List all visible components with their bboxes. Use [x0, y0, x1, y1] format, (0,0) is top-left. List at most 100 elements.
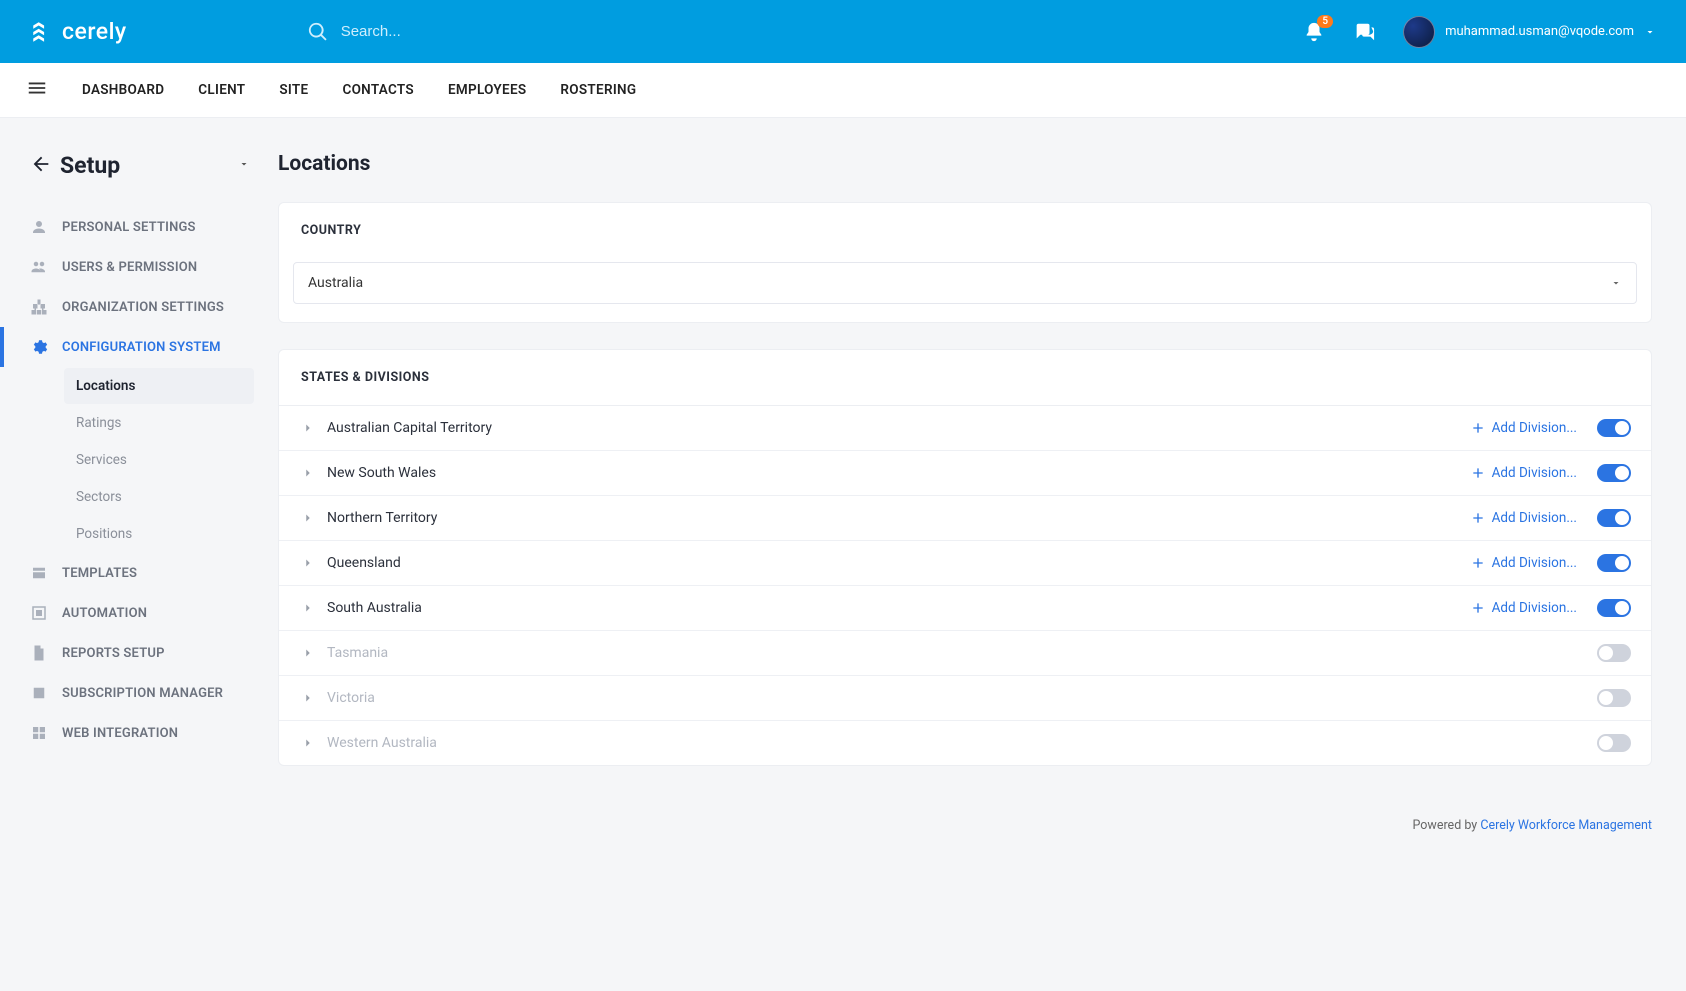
square-icon: [30, 684, 48, 702]
plus-icon: [1470, 555, 1486, 571]
menu-icon: [26, 77, 48, 99]
expand-toggle[interactable]: [299, 419, 317, 437]
back-button[interactable]: [30, 153, 52, 179]
sidebar-item-personal-settings[interactable]: PERSONAL SETTINGS: [0, 207, 270, 247]
search-input[interactable]: [341, 23, 641, 40]
state-toggle[interactable]: [1597, 689, 1631, 707]
chevron-right-icon: [301, 601, 315, 615]
chevron-right-icon: [301, 646, 315, 660]
state-row: Western Australia: [279, 720, 1651, 765]
setup-switcher[interactable]: [238, 158, 250, 174]
sidebar-item-label: SUBSCRIPTION MANAGER: [62, 686, 223, 701]
notifications-button[interactable]: 5: [1303, 21, 1325, 43]
plus-icon: [1470, 600, 1486, 616]
nav-menu-toggle[interactable]: [26, 77, 48, 103]
subnav-ratings[interactable]: Ratings: [64, 405, 254, 441]
country-select[interactable]: Australia: [293, 262, 1637, 304]
state-toggle[interactable]: [1597, 599, 1631, 617]
expand-toggle[interactable]: [299, 509, 317, 527]
sidebar-item-users-permission[interactable]: USERS & PERMISSION: [0, 247, 270, 287]
user-icon: [30, 218, 48, 236]
sidebar-item-label: CONFIGURATION SYSTEM: [62, 340, 221, 355]
state-toggle[interactable]: [1597, 644, 1631, 662]
chevron-right-icon: [301, 511, 315, 525]
plus-icon: [1470, 420, 1486, 436]
nav-site[interactable]: SITE: [279, 82, 308, 98]
sidebar-item-label: USERS & PERMISSION: [62, 260, 197, 275]
card-icon: [30, 564, 48, 582]
sidebar-item-templates[interactable]: TEMPLATES: [0, 553, 270, 593]
grid-icon: [30, 724, 48, 742]
settings-sidebar: Setup PERSONAL SETTINGS USERS & PERMISSI…: [0, 118, 270, 812]
main-content: Locations COUNTRY Australia STATES & DIV…: [270, 118, 1686, 812]
caret-down-icon: [238, 158, 250, 170]
sidebar-item-subscription-manager[interactable]: SUBSCRIPTION MANAGER: [0, 673, 270, 713]
sidebar-item-label: ORGANIZATION SETTINGS: [62, 300, 224, 315]
search-icon: [307, 21, 329, 43]
user-menu[interactable]: muhammad.usman@vqode.com: [1403, 16, 1656, 48]
add-division-button[interactable]: Add Division...: [1470, 465, 1577, 481]
add-division-button[interactable]: Add Division...: [1470, 600, 1577, 616]
state-name: Australian Capital Territory: [327, 420, 492, 436]
nav-rostering[interactable]: ROSTERING: [560, 82, 636, 98]
setup-title: Setup: [60, 152, 238, 179]
gear-icon: [30, 338, 48, 356]
expand-toggle[interactable]: [299, 644, 317, 662]
nav-dashboard[interactable]: DASHBOARD: [82, 82, 164, 98]
state-row: South AustraliaAdd Division...: [279, 585, 1651, 630]
sidebar-item-label: WEB INTEGRATION: [62, 726, 178, 741]
sidebar-item-configuration-system[interactable]: CONFIGURATION SYSTEM: [0, 327, 270, 367]
add-division-button[interactable]: Add Division...: [1470, 510, 1577, 526]
expand-toggle[interactable]: [299, 464, 317, 482]
subnav-sectors[interactable]: Sectors: [64, 479, 254, 515]
state-row: Tasmania: [279, 630, 1651, 675]
states-panel: STATES & DIVISIONS Australian Capital Te…: [278, 349, 1652, 766]
country-panel: COUNTRY Australia: [278, 202, 1652, 323]
subnav-locations[interactable]: Locations: [64, 368, 254, 404]
country-select-value: Australia: [308, 275, 363, 291]
global-search[interactable]: [307, 21, 641, 43]
subnav-services[interactable]: Services: [64, 442, 254, 478]
add-division-button[interactable]: Add Division...: [1470, 555, 1577, 571]
chevron-right-icon: [301, 466, 315, 480]
state-name: Northern Territory: [327, 510, 437, 526]
country-label: COUNTRY: [279, 203, 1651, 258]
expand-toggle[interactable]: [299, 734, 317, 752]
document-icon: [30, 644, 48, 662]
state-toggle[interactable]: [1597, 464, 1631, 482]
state-toggle[interactable]: [1597, 734, 1631, 752]
expand-toggle[interactable]: [299, 599, 317, 617]
brand-logo[interactable]: cerely: [30, 18, 127, 45]
user-email: muhammad.usman@vqode.com: [1445, 24, 1634, 39]
nav-contacts[interactable]: CONTACTS: [342, 82, 414, 98]
automation-icon: [30, 604, 48, 622]
state-name: Tasmania: [327, 645, 388, 661]
state-toggle[interactable]: [1597, 509, 1631, 527]
chevron-down-icon: [1610, 277, 1622, 289]
footer-link[interactable]: Cerely Workforce Management: [1480, 818, 1652, 833]
topbar: cerely 5 muhammad.usman@vqode.com: [0, 0, 1686, 63]
nav-employees[interactable]: EMPLOYEES: [448, 82, 526, 98]
add-division-label: Add Division...: [1492, 555, 1577, 571]
chevron-right-icon: [301, 556, 315, 570]
state-row: Northern Territory Add Division...: [279, 495, 1651, 540]
chat-icon: [1353, 21, 1375, 43]
state-toggle[interactable]: [1597, 554, 1631, 572]
expand-toggle[interactable]: [299, 689, 317, 707]
users-icon: [30, 258, 48, 276]
add-division-button[interactable]: Add Division...: [1470, 420, 1577, 436]
sidebar-item-organization-settings[interactable]: ORGANIZATION SETTINGS: [0, 287, 270, 327]
avatar: [1403, 16, 1435, 48]
sidebar-item-web-integration[interactable]: WEB INTEGRATION: [0, 713, 270, 753]
nav-client[interactable]: CLIENT: [198, 82, 245, 98]
sidebar-item-label: AUTOMATION: [62, 606, 147, 621]
chevron-right-icon: [301, 736, 315, 750]
sidebar-item-automation[interactable]: AUTOMATION: [0, 593, 270, 633]
sidebar-item-reports-setup[interactable]: REPORTS SETUP: [0, 633, 270, 673]
state-name: Victoria: [327, 690, 375, 706]
expand-toggle[interactable]: [299, 554, 317, 572]
state-toggle[interactable]: [1597, 419, 1631, 437]
messages-button[interactable]: [1353, 21, 1375, 43]
state-name: New South Wales: [327, 465, 436, 481]
subnav-positions[interactable]: Positions: [64, 516, 254, 552]
